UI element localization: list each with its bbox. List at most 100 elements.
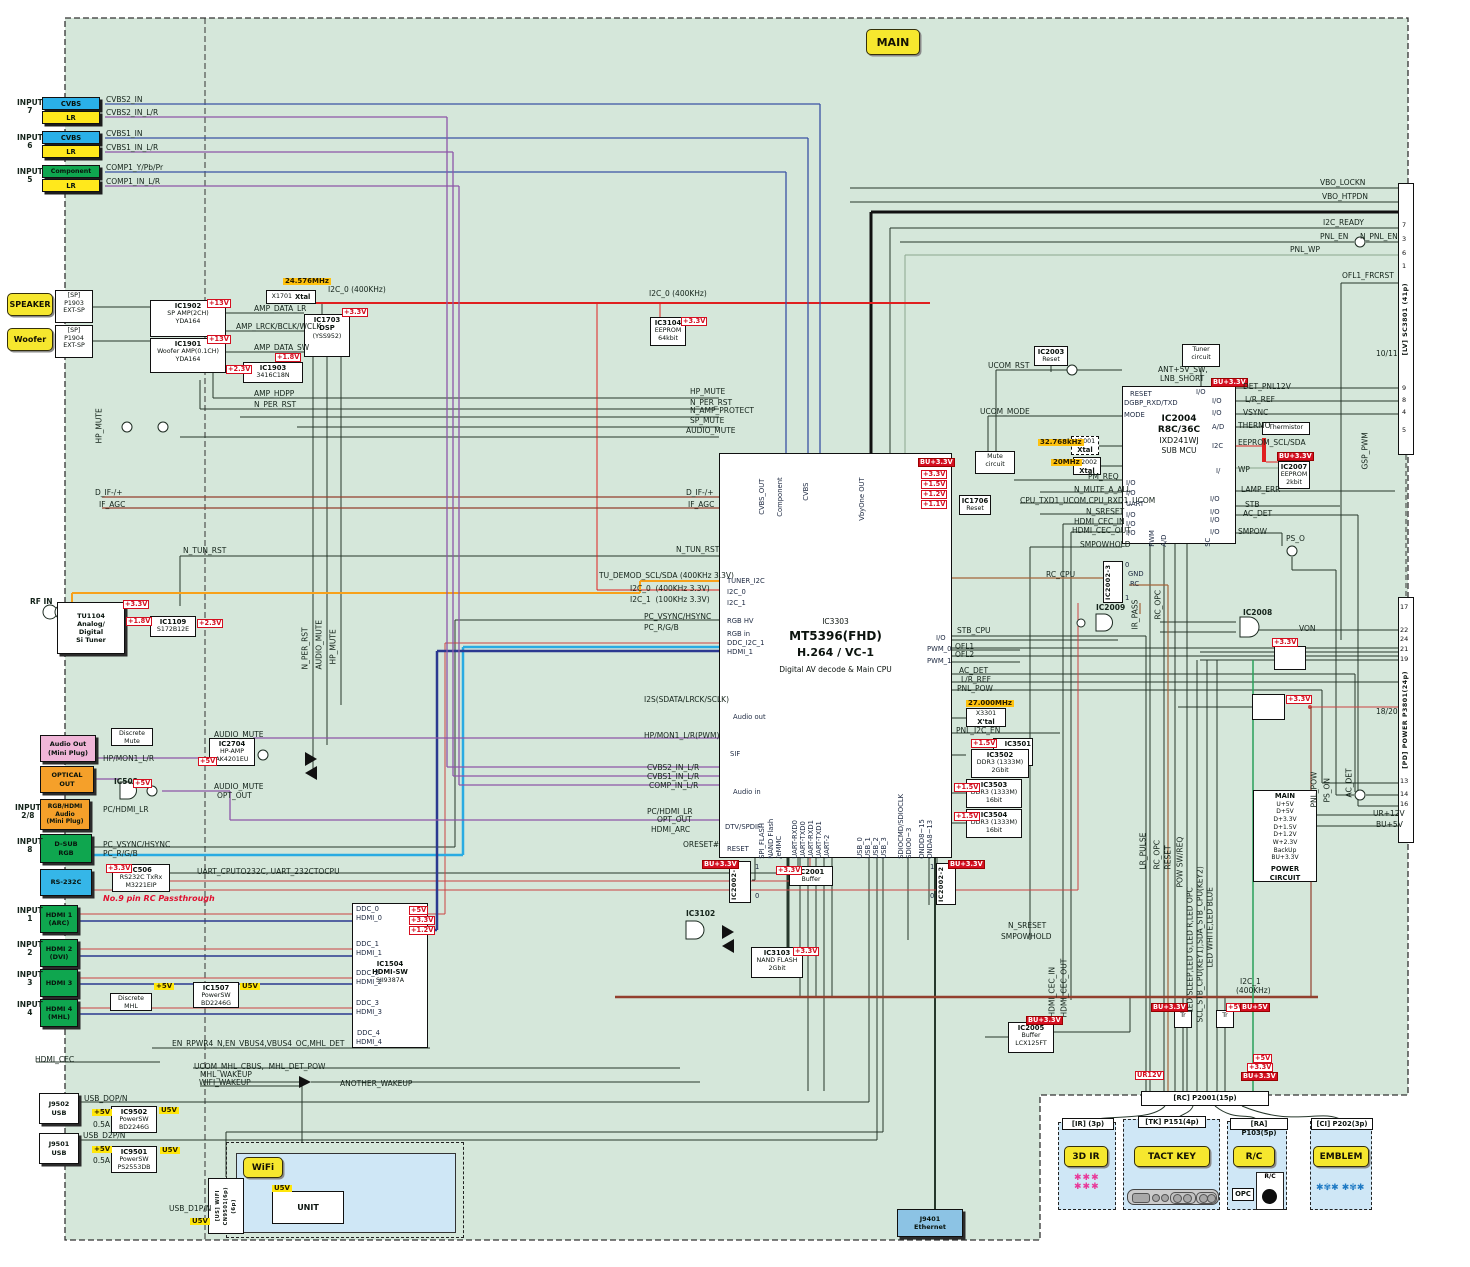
ic1706-reset: IC1706 Reset [959, 495, 991, 515]
cvbs-label: CVBS [60, 133, 82, 142]
wire-label: COMP1_Y/Pb/Pr [106, 163, 164, 172]
wire-label: I2C_1 [1240, 977, 1261, 986]
l2: (MHL) [48, 1013, 70, 1021]
wire-label: PNL_WP [1290, 245, 1320, 254]
sp-tag: [SP] [67, 327, 81, 334]
hdmi1-connector: HDMI 1 (ARC) [40, 905, 78, 933]
emblem-label: EMBLEM [1319, 1151, 1363, 1162]
wire-label: LED WHITE,LED BLUE [1205, 887, 1215, 968]
tr-transistor-1: Tr [1174, 1010, 1192, 1028]
ic3504-ddr: IC3504 DDR3 (1333M) 16bit [966, 809, 1022, 838]
wire-label: HDMI_ARC [651, 825, 691, 834]
l2: RGB [58, 848, 74, 857]
wire-label: BU+3.3V [1241, 1072, 1278, 1081]
board-title: MAIN [866, 29, 920, 55]
wire-label: CVBS2_IN_L/R [647, 763, 700, 772]
wire-label: CVBS2_IN [106, 95, 143, 104]
wire-label: HDMI_CEC_IN [1074, 517, 1125, 526]
wire-label: 24.576MHz [283, 277, 331, 285]
wire-label: PNL_EN [1320, 232, 1349, 241]
wire-label: I2C_READY [1323, 218, 1364, 227]
ic-ref: IC506 [130, 866, 152, 874]
rc-block: R/C [1233, 1146, 1275, 1167]
wire-label: OFL2 [955, 650, 975, 659]
sub-mcu-title: IC2004 R8C/36C IXD241WJ SUB MCU [1124, 414, 1234, 455]
tact-key-dot [1161, 1194, 1169, 1202]
l1: Tuner [1192, 346, 1210, 353]
wire-label: +1.8V [275, 353, 302, 362]
ci-header-label: [CI] P202(3p) [1316, 1120, 1368, 1128]
xtal-ref: X3301 [975, 710, 997, 717]
wifi-connector: [US] WIFI CN9501(6p) (6p) [208, 1178, 244, 1234]
wire-label: +3.3V [123, 600, 150, 609]
wire-label: UCOM_MHL_CBUS, MHL_DET_POW [194, 1062, 326, 1071]
ic2007-eeprom: IC2007 EEPROM 2kbit [1278, 461, 1310, 489]
discrete-mute-box: Discrete Mute [111, 728, 153, 746]
wire-label: I2S(SDATA/LRCK/SCLK) [644, 695, 729, 704]
emblem-led-decoration: ✱✾✱ ✱✾✱ [1316, 1183, 1364, 1193]
power-main: MAIN [1274, 792, 1296, 800]
wire-label: RC_OPC [1152, 840, 1162, 870]
wire-label: USB_D2P/N [83, 1131, 126, 1140]
eth-ref: J9401 [919, 1214, 941, 1223]
j9502-usb: J9502 USB [39, 1093, 79, 1124]
l2: circuit [1191, 353, 1211, 361]
tr-transistor-2: Tr [1216, 1010, 1234, 1028]
l2: Audio [55, 810, 75, 818]
ic-func: Woofer AMP(0.1CH) [157, 348, 219, 356]
wire-label: AC_DET [1243, 509, 1273, 518]
pd-power-connector: [PD] POWER P3801(24p) [1398, 597, 1414, 843]
wire-label: INPUT 5 [17, 167, 43, 184]
ic-func: Buffer [1021, 1032, 1041, 1040]
wire-label: +1.8V [126, 617, 153, 626]
wire-label: AC_DET [959, 666, 989, 675]
l2: (ARC) [48, 919, 70, 927]
xtal-label: Xtal [1077, 445, 1093, 454]
mcu-role: SUB MCU [1161, 445, 1197, 455]
ic-ref: IC3103 [763, 949, 791, 957]
opc-label: OPC [1235, 1190, 1251, 1198]
wire-label: RC_OPC [1153, 590, 1163, 620]
ic1903: IC1903 3416C18N [243, 362, 303, 383]
wire-label: +5V [1253, 1054, 1273, 1063]
opc-box: OPC [1232, 1188, 1254, 1201]
p1904-connector: [SP] P1904 EXT-SP [55, 325, 93, 358]
l1: Discrete [118, 730, 145, 737]
wire-label: IC2009 [1096, 603, 1126, 612]
wire-label: CVBS2_IN_L/R [106, 108, 159, 117]
ra-header: [RA] P103(5p) [1230, 1118, 1288, 1137]
wire-label: N_PER_RST [254, 400, 297, 409]
ic2002-1-select: IC2002-1 [729, 861, 751, 903]
ra-header-label: [RA] P103(5p) [1241, 1120, 1277, 1137]
tr-label: Tr [1180, 1012, 1186, 1019]
rail-d15: D+1.5V [1273, 823, 1297, 831]
wire-label: AMP_HDPP [254, 389, 295, 398]
l1: Audio Out [49, 740, 87, 749]
ic-ref: IC1109 [159, 618, 187, 626]
ic2004-sub-mcu: IC2004 R8C/36C IXD241WJ SUB MCU [1122, 386, 1236, 544]
wire-label: I2C_0 (400KHz) [328, 285, 386, 294]
wire-label: PC_VSYNC/HSYNC [103, 840, 171, 849]
ic-ref: IC3501 [1004, 740, 1031, 748]
ic2003-reset: IC2003 Reset [1034, 346, 1068, 366]
woofer-connector: Woofer [7, 328, 53, 351]
wire-label: SMPOWHOLD [1001, 932, 1052, 941]
wifi-conn-l1: [US] WIFI [214, 1190, 221, 1222]
tact-key-dot [1173, 1194, 1182, 1203]
wire-label: LED SLEEP,LED G,LED R,LED OPC [1185, 887, 1195, 1013]
wifi-unit-box: UNIT [272, 1191, 344, 1224]
wire-label: RF IN [30, 597, 53, 606]
wire-label: STB_CPU [957, 626, 991, 635]
wire-label: I2C_0 (400KHz 3.3V) [630, 584, 710, 593]
j9501-usb: J9501 USB [39, 1133, 79, 1164]
l1: HDMI 1 [45, 910, 73, 919]
tact-key-dot [1207, 1194, 1216, 1203]
emblem-led-glyphs: ✱✾✱ ✱✾✱ [1316, 1183, 1365, 1193]
mcu-part: IXD241WJ [1159, 435, 1199, 445]
mcu-family: R8C/36C [1157, 424, 1201, 435]
wire-label: 0 [930, 892, 935, 900]
board-title-label: MAIN [876, 35, 910, 49]
wire-label: IF_AGC [99, 500, 126, 509]
rail-bu33: BU+3.3V [1271, 854, 1299, 862]
x2002-xtal: X2002 Xtal [1073, 457, 1101, 475]
